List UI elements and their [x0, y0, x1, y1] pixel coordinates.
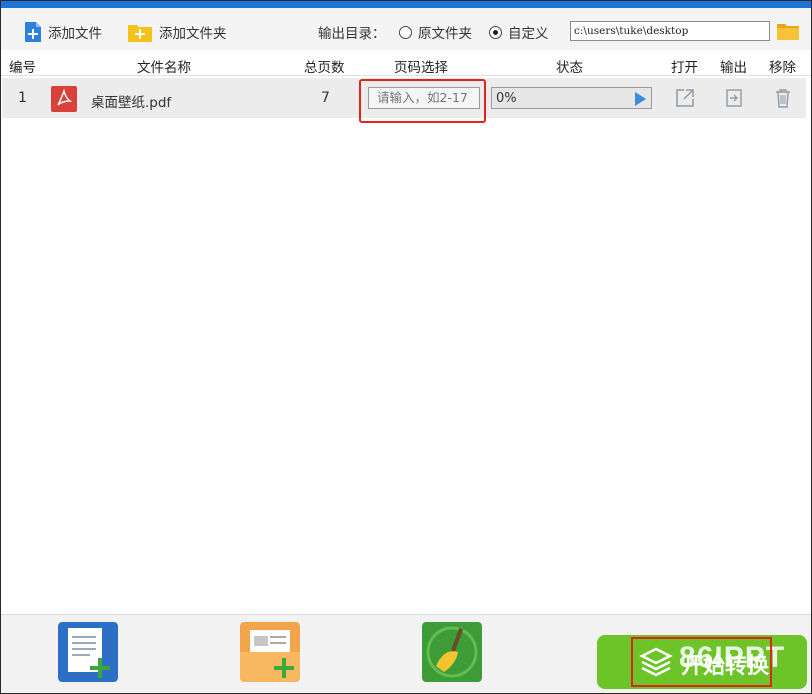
add-file-label: 添加文件 [48, 26, 102, 42]
progress-bar: 0% [491, 87, 652, 109]
radio-original-indicator[interactable] [399, 25, 412, 39]
open-external-icon[interactable] [675, 88, 695, 108]
output-dir-label: 输出目录： [318, 26, 386, 42]
row-page-count: 7 [321, 90, 330, 106]
clear-list-broom-icon[interactable] [422, 622, 482, 682]
row-index: 1 [18, 90, 27, 106]
add-folder-label: 添加文件夹 [159, 26, 227, 42]
table-header: 编号 文件名称 总页数 页码选择 状态 打开 输出 移除 [0, 52, 812, 76]
add-folder-icon [128, 25, 152, 42]
col-filename: 文件名称 [137, 60, 191, 76]
col-pages: 总页数 [304, 60, 345, 76]
col-index: 编号 [9, 60, 36, 76]
radio-original-label: 原文件夹 [418, 26, 472, 42]
pdf-file-icon [51, 86, 77, 112]
add-file-icon [25, 22, 41, 42]
trash-icon[interactable] [775, 88, 791, 108]
output-path-field[interactable]: c:\users\tuke\desktop [570, 21, 770, 41]
progress-text: 0% [496, 91, 517, 106]
add-folder-big-icon[interactable] [240, 622, 300, 682]
page-range-input[interactable]: 请输入，如2-17 [368, 87, 480, 109]
output-icon[interactable] [726, 89, 742, 107]
col-remove: 移除 [769, 60, 796, 76]
col-open: 打开 [671, 60, 698, 76]
layers-icon [639, 647, 673, 677]
add-folder-button[interactable]: 添加文件夹 [127, 20, 227, 44]
watermark-text: 86IPPT [679, 641, 786, 674]
title-bar-strip [0, 0, 812, 8]
browse-folder-icon[interactable] [777, 21, 799, 40]
add-files-big-icon[interactable] [58, 622, 118, 682]
radio-original-folder[interactable]: 原文件夹 [399, 22, 472, 42]
radio-custom-indicator[interactable] [489, 25, 502, 39]
col-output: 输出 [720, 60, 747, 76]
row-filename: 桌面壁纸.pdf [91, 95, 172, 111]
start-convert-button[interactable]: 开始转换 86IPPT [597, 635, 807, 689]
radio-custom-label: 自定义 [508, 26, 549, 42]
play-icon[interactable] [635, 92, 646, 106]
col-page-range: 页码选择 [394, 60, 448, 76]
col-status: 状态 [556, 60, 583, 76]
radio-custom-folder[interactable]: 自定义 [489, 22, 549, 42]
add-file-button[interactable]: 添加文件 [24, 20, 102, 44]
